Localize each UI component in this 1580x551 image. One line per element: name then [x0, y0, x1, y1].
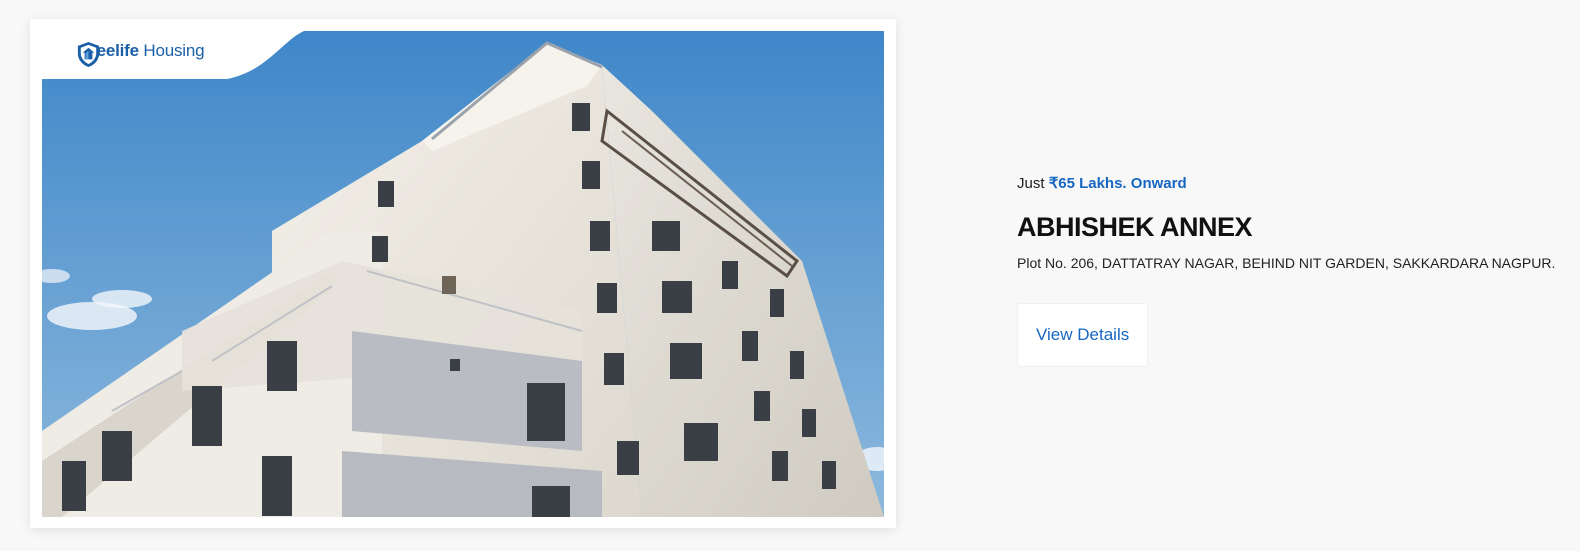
property-name: ABHISHEK ANNEX [1017, 212, 1253, 242]
property-card: Freelife Housing [30, 19, 896, 528]
property-address: Plot No. 206, DATTATRAY NAGAR, BEHIND NI… [1017, 255, 1556, 271]
brand-logo-tab: Freelife Housing [42, 31, 304, 79]
view-details-button[interactable]: View Details [1017, 303, 1149, 367]
price-line: Just ₹65 Lakhs. Onward [1017, 174, 1577, 192]
property-details: Just ₹65 Lakhs. Onward ABHISHEK ANNEX Pl… [1017, 174, 1577, 367]
price-prefix: Just [1017, 175, 1049, 192]
brand-logo[interactable]: Freelife Housing [75, 41, 205, 68]
property-photo[interactable] [42, 31, 884, 517]
price-amount: ₹65 Lakhs. Onward [1048, 175, 1187, 192]
